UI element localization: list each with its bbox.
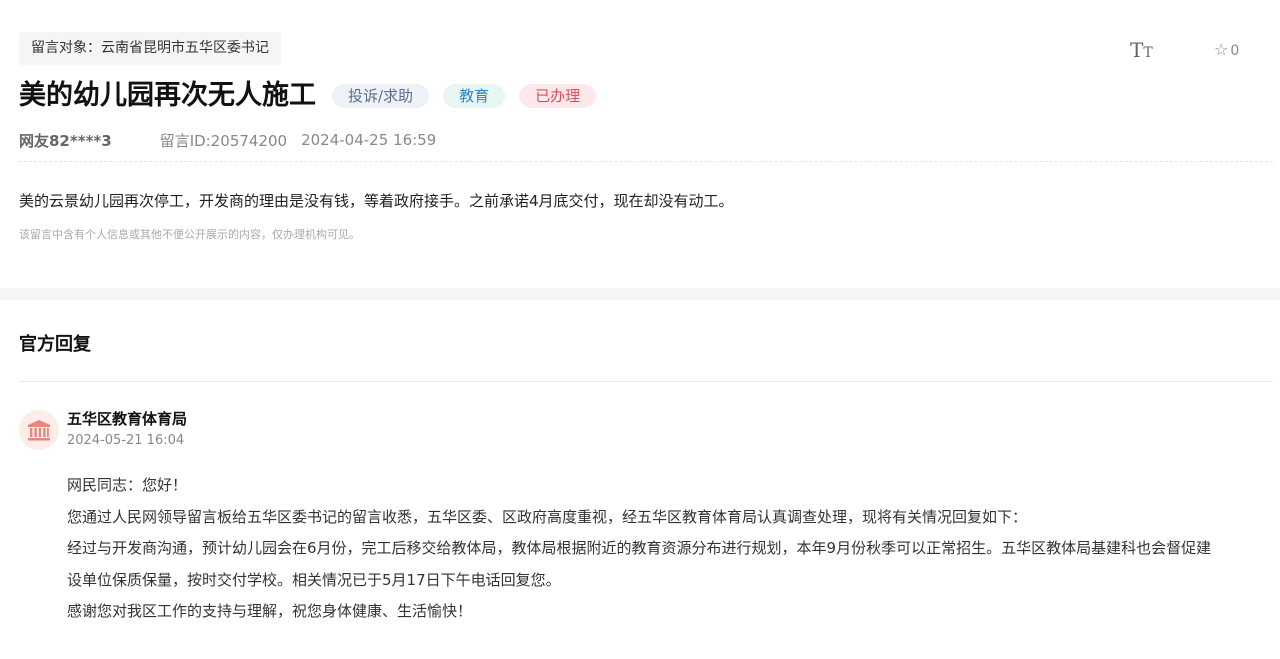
privacy-note: 该留言中含有个人信息或其他不便公开展示的内容，仅办理机构可见。	[19, 228, 360, 241]
section-separator	[0, 288, 1280, 300]
message-section: 留言对象：云南省昆明市五华区委书记 TT ☆ 0 美的幼儿园再次无人施工 投诉/求…	[0, 0, 1280, 288]
category-badge[interactable]: 教育	[443, 84, 506, 108]
reply-body: 网民同志：您好！ 您通过人民网领导留言板给五华区委书记的留言收悉，五华区委、区政…	[67, 470, 1277, 628]
favorite-button[interactable]: ☆ 0	[1214, 40, 1239, 61]
type-badge[interactable]: 投诉/求助	[332, 84, 430, 108]
reply-paragraph: 感谢您对我区工作的支持与理解，祝您身体健康、生活愉快！	[67, 602, 473, 620]
official-reply-section: 官方回复 五华区教育体育局 2024-05-21 16:04 网民同志：您好！ …	[0, 300, 1280, 659]
message-meta: 网友82****3 留言ID:20574200 2024-04-25 16:59	[19, 130, 436, 150]
divider	[19, 381, 1273, 382]
author-name: 网友82****3	[19, 131, 112, 150]
reply-time: 2024-05-21 16:04	[67, 433, 185, 448]
message-title: 美的幼儿园再次无人施工	[19, 80, 316, 111]
favorite-count: 0	[1230, 43, 1240, 59]
reply-paragraph: 您通过人民网领导留言板给五华区委书记的留言收悉，五华区委、区政府高度重视，经五华…	[67, 507, 1028, 526]
reply-paragraph: 设单位保质保量，按时交付学校。相关情况已于5月17日下午电话回复您。	[67, 570, 561, 589]
reply-paragraph: 网民同志：您好！	[67, 476, 188, 494]
department-avatar	[19, 410, 59, 450]
message-content: 美的云景幼儿园再次停工，开发商的理由是没有钱，等着政府接手。之前承诺4月底交付，…	[19, 192, 734, 210]
font-size-button[interactable]: TT	[1130, 38, 1153, 65]
reply-paragraph: 经过与开发商沟通，预计幼儿园会在6月份，完工后移交给教体局，教体局根据附近的教育…	[67, 539, 1212, 557]
reply-heading: 官方回复	[19, 334, 91, 355]
message-target-tag: 留言对象：云南省昆明市五华区委书记	[19, 32, 281, 65]
title-row: 美的幼儿园再次无人施工 投诉/求助 教育 已办理	[19, 78, 610, 114]
star-outline-icon: ☆	[1214, 40, 1229, 59]
status-badge: 已办理	[519, 84, 597, 108]
message-id: 留言ID:20574200	[159, 131, 288, 150]
divider	[19, 161, 1273, 162]
message-time: 2024-04-25 16:59	[301, 131, 437, 149]
font-size-icon: TT	[1130, 38, 1153, 62]
government-building-icon	[28, 420, 50, 441]
department-name: 五华区教育体育局	[67, 410, 188, 428]
